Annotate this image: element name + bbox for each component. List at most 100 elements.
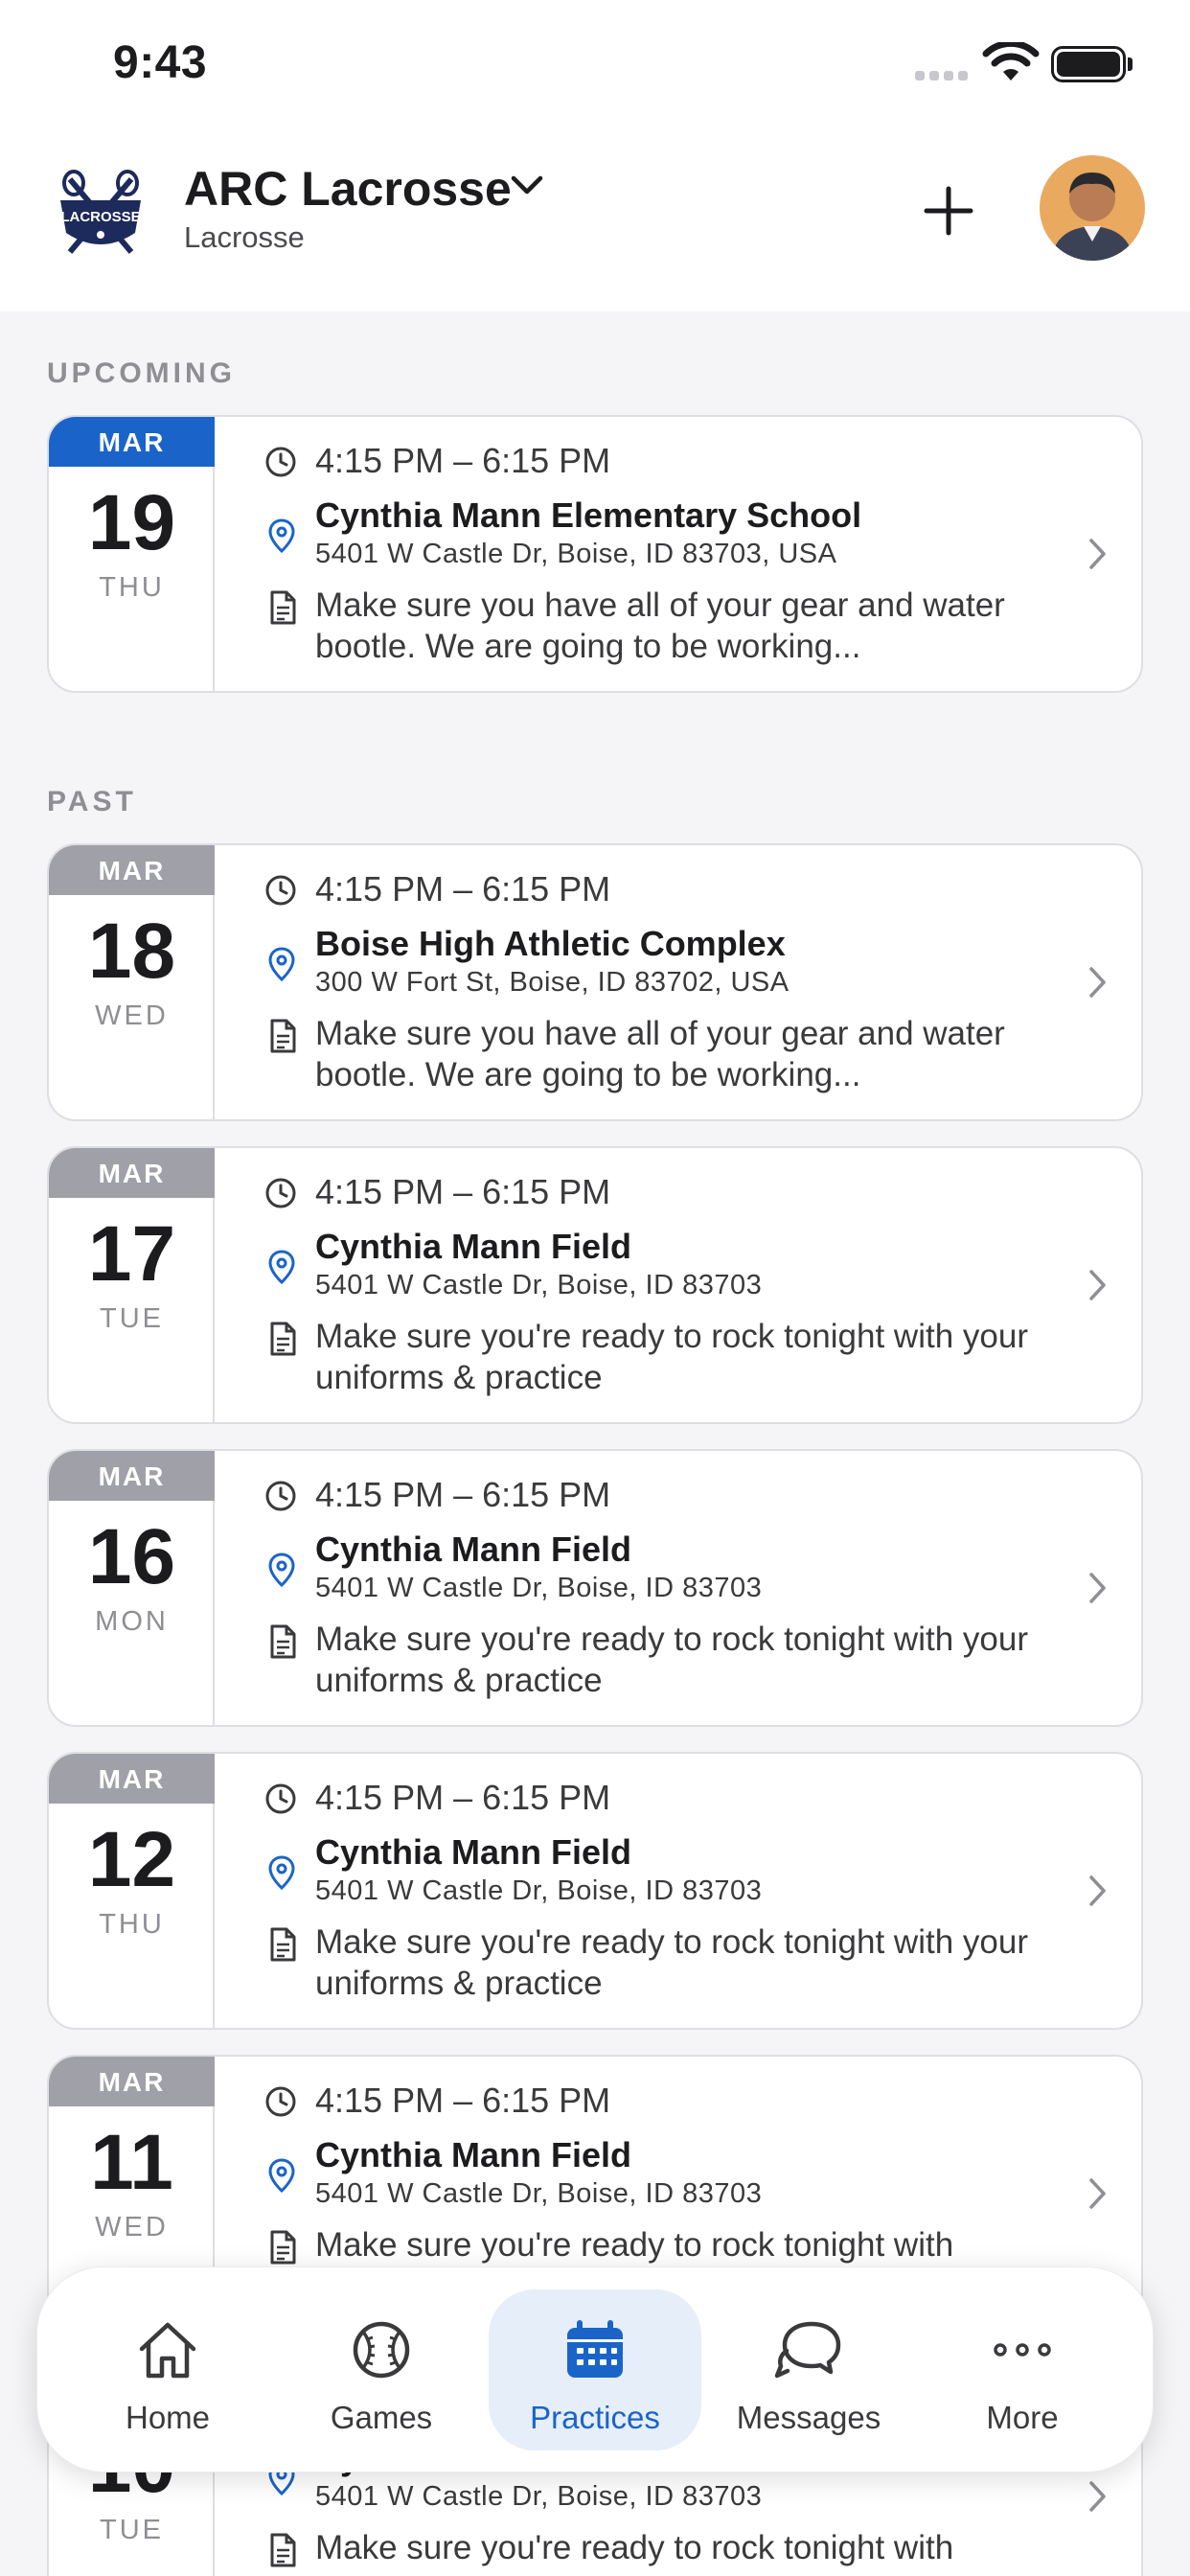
date-day: 16 (87, 1513, 176, 1600)
date-day: 19 (87, 479, 176, 566)
location-pin-icon (268, 1855, 295, 1891)
wifi-icon (982, 42, 1040, 80)
tab-games[interactable]: Games (275, 2289, 488, 2450)
event-address: 5401 W Castle Dr, Boise, ID 83703 (315, 1270, 763, 1300)
location-pin-icon (268, 1250, 295, 1285)
event-notes: Make sure you're ready to rock tonight w… (315, 2529, 954, 2566)
tab-label: More (986, 2400, 1059, 2435)
event-card[interactable]: MAR 12 THU 4:15 PM – 6:15 PM Cynthia Man… (47, 1752, 1143, 2030)
event-venue: Boise High Athletic Complex (315, 924, 786, 963)
event-notes: Make sure you have all of your gear and … (315, 586, 1005, 665)
tab-messages[interactable]: Messages (702, 2289, 915, 2450)
event-card[interactable]: MAR 17 TUE 4:15 PM – 6:15 PM Cynthia Man… (47, 1146, 1143, 1424)
date-weekday: THU (99, 572, 165, 603)
date-weekday: WED (95, 1000, 169, 1031)
clock-icon (265, 1783, 296, 1814)
event-address: 5401 W Castle Dr, Boise, ID 83703 (315, 1573, 763, 1603)
status-bar: 9:43 (0, 0, 1190, 129)
location-pin-icon (268, 947, 295, 982)
document-icon (270, 1019, 296, 1053)
date-day: 17 (87, 1210, 176, 1298)
date-month: MAR (49, 1451, 215, 1501)
location-pin-icon (268, 2158, 295, 2194)
event-time: 4:15 PM – 6:15 PM (315, 1172, 611, 1211)
bottom-tab-bar: Home Games Practices Messages More (36, 2266, 1154, 2472)
event-notes: Make sure you're ready to rock tonight w… (315, 1621, 1028, 1699)
date-month: MAR (49, 1754, 215, 1804)
event-address: 5401 W Castle Dr, Boise, ID 83703 (315, 2178, 763, 2209)
calendar-icon (567, 2320, 623, 2378)
event-venue: Cynthia Mann Field (315, 2135, 632, 2174)
chevron-right-icon (1089, 2178, 1106, 2209)
chevron-right-icon (1089, 1875, 1106, 1906)
date-block: MAR 19 THU (49, 417, 215, 691)
tab-home[interactable]: Home (61, 2289, 274, 2450)
chevron-right-icon (1089, 1270, 1106, 1300)
app-header: LACROSSE ARC Lacrosse Lacrosse (0, 129, 1190, 311)
add-button[interactable] (915, 177, 982, 244)
date-block: MAR 18 WED (49, 845, 215, 1119)
date-day: 12 (87, 1816, 176, 1903)
date-weekday: TUE (100, 1303, 164, 1334)
team-sport: Lacrosse (184, 220, 305, 254)
date-day: 18 (87, 908, 176, 995)
home-icon (139, 2322, 196, 2379)
location-pin-icon (268, 1552, 295, 1588)
event-venue: Cynthia Mann Field (315, 1832, 632, 1872)
tab-practices[interactable]: Practices (489, 2289, 701, 2450)
team-name[interactable]: ARC Lacrosse (184, 161, 512, 217)
date-month: MAR (49, 1148, 215, 1198)
avatar[interactable] (1040, 155, 1145, 261)
event-notes: Make sure you're ready to rock tonight w… (315, 1318, 1028, 1396)
chat-bubbles-icon (774, 2321, 841, 2379)
event-venue: Cynthia Mann Elementary School (315, 495, 862, 535)
event-card[interactable]: MAR 18 WED 4:15 PM – 6:15 PM Boise High … (47, 843, 1143, 1121)
section-label-past: PAST (47, 786, 137, 817)
document-icon (270, 2533, 296, 2567)
chevron-right-icon (1089, 539, 1106, 569)
date-month: MAR (49, 2057, 215, 2106)
location-pin-icon (268, 518, 295, 554)
tab-label: Messages (736, 2400, 881, 2435)
baseball-icon (353, 2321, 410, 2379)
tab-label: Home (125, 2400, 211, 2435)
event-address: 5401 W Castle Dr, Boise, ID 83703 (315, 2481, 763, 2512)
event-address: 300 W Fort St, Boise, ID 83702, USA (315, 967, 790, 998)
cellular-signal-icon (915, 71, 969, 80)
document-icon (270, 590, 296, 625)
event-address: 5401 W Castle Dr, Boise, ID 83703, USA (315, 539, 837, 569)
document-icon (270, 2230, 296, 2265)
chevron-right-icon (1089, 967, 1106, 998)
chevron-right-icon (1089, 2481, 1106, 2512)
event-time: 4:15 PM – 6:15 PM (315, 1475, 611, 1514)
tab-more[interactable]: More (916, 2289, 1129, 2450)
section-label-upcoming: UPCOMING (47, 357, 236, 389)
event-time: 4:15 PM – 6:15 PM (315, 869, 611, 908)
event-address: 5401 W Castle Dr, Boise, ID 83703 (315, 1875, 763, 1906)
date-day: 11 (90, 2119, 173, 2206)
event-card[interactable]: MAR 16 MON 4:15 PM – 6:15 PM Cynthia Man… (47, 1449, 1143, 1727)
chevron-right-icon (1089, 1573, 1106, 1603)
chevron-down-icon[interactable] (510, 172, 544, 197)
event-time: 4:15 PM – 6:15 PM (315, 1778, 611, 1817)
date-month: MAR (49, 417, 215, 467)
date-month: MAR (49, 845, 215, 895)
status-time: 9:43 (113, 37, 208, 88)
tab-label: Games (330, 2400, 433, 2435)
clock-icon (265, 875, 296, 906)
event-time: 4:15 PM – 6:15 PM (315, 2081, 611, 2120)
document-icon (270, 1927, 296, 1962)
clock-icon (265, 447, 296, 477)
document-icon (270, 1624, 296, 1659)
event-card[interactable]: MAR 19 THU 4:15 PM – 6:15 PM Cynthia Man… (47, 415, 1143, 693)
clock-icon (265, 2086, 296, 2117)
date-weekday: TUE (100, 2515, 164, 2545)
team-logo[interactable]: LACROSSE (53, 168, 149, 264)
date-weekday: THU (99, 1909, 165, 1940)
event-notes: Make sure you're ready to rock tonight w… (315, 1923, 1028, 2002)
date-block: MAR 16 MON (49, 1451, 215, 1725)
tab-label: Practices (530, 2400, 660, 2435)
event-venue: Cynthia Mann Field (315, 1530, 632, 1569)
date-block: MAR 12 THU (49, 1754, 215, 2028)
date-weekday: MON (95, 1606, 169, 1637)
